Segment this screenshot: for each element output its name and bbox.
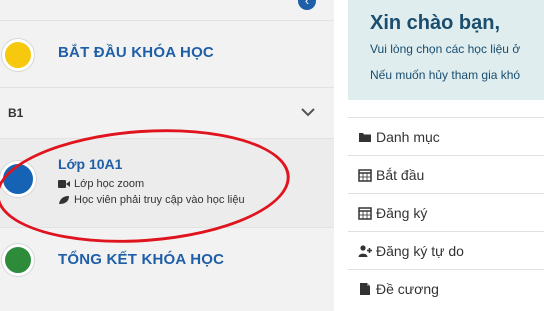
lesson-meta-zoom-text: Lớp học zoom — [74, 178, 145, 190]
calendar-icon — [358, 207, 372, 220]
menu-item-label: Đăng ký — [376, 205, 428, 221]
step-end[interactable]: TỔNG KẾT KHÓA HỌC — [0, 228, 334, 311]
lesson-meta-materials: Học viên phải truy cập vào học liệu — [58, 194, 245, 206]
course-info-panel: Xin chào bạn, Vui lòng chọn các học liệu… — [348, 0, 544, 311]
menu-item-label: Đề cương — [376, 281, 439, 297]
lesson-item[interactable]: Lớp 10A1 Lớp học zoom Học viên phải truy… — [0, 139, 334, 228]
lesson-title[interactable]: Lớp 10A1 — [58, 156, 122, 172]
back-button[interactable]: ‹ — [298, 0, 316, 10]
menu-item-label: Danh mục — [376, 129, 440, 145]
welcome-title: Xin chào bạn, — [370, 12, 501, 34]
step-end-title: TỔNG KẾT KHÓA HỌC — [58, 251, 225, 268]
menu-item-label: Đăng ký tự do — [376, 243, 464, 259]
step-start-title: BẮT ĐẦU KHÓA HỌC — [58, 44, 214, 61]
top-strip: ‹ — [0, 0, 334, 21]
welcome-line-2: Nếu muốn hủy tham gia khó — [370, 68, 521, 82]
lesson-meta-zoom: Lớp học zoom — [58, 178, 144, 190]
menu-item-category[interactable]: Danh mục — [348, 117, 544, 156]
user-plus-icon — [358, 245, 372, 257]
chevron-down-icon[interactable] — [298, 102, 318, 122]
welcome-box: Xin chào bạn, Vui lòng chọn các học liệu… — [348, 0, 544, 100]
status-dot-yellow — [2, 39, 34, 71]
section-header[interactable]: B1 — [0, 88, 334, 139]
menu-item-free-register[interactable]: Đăng ký tự do — [348, 231, 544, 270]
lesson-meta-materials-text: Học viên phải truy cập vào học liệu — [74, 194, 245, 206]
arrow-left-icon: ‹ — [304, 0, 310, 8]
menu-item-syllabus[interactable]: Đề cương — [348, 269, 544, 308]
step-start[interactable]: BẮT ĐẦU KHÓA HỌC — [0, 21, 334, 88]
menu-item-register[interactable]: Đăng ký — [348, 193, 544, 232]
welcome-line-1: Vui lòng chọn các học liệu ở — [370, 42, 521, 56]
status-dot-green — [2, 244, 34, 276]
leaf-icon — [59, 196, 69, 204]
video-camera-icon — [58, 180, 70, 188]
folder-icon — [359, 133, 371, 142]
menu-item-label: Bắt đầu — [376, 167, 425, 183]
menu-item-start[interactable]: Bắt đầu — [348, 155, 544, 194]
status-dot-blue — [0, 161, 36, 197]
calendar-icon — [358, 169, 372, 182]
course-outline-panel: ‹ BẮT ĐẦU KHÓA HỌC B1 Lớp 10A1 Lớp học z… — [0, 0, 334, 311]
file-icon — [360, 283, 370, 295]
section-label: B1 — [8, 106, 24, 120]
